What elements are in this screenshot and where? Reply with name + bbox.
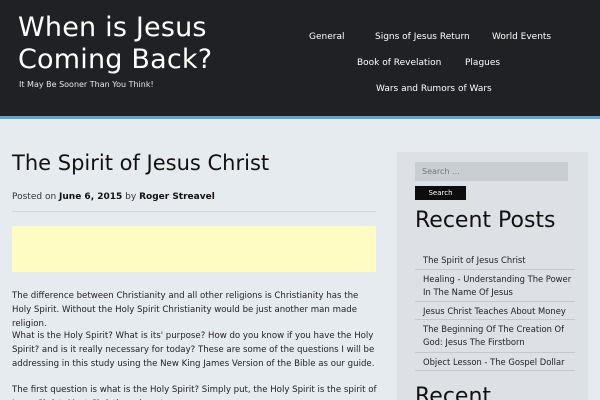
recent-post-link[interactable]: Healing - Understanding The Power In The… [415,273,575,299]
post-paragraph: The difference between Christianity and … [12,291,359,329]
recent-post-divider [415,352,575,353]
search-input[interactable] [415,162,568,181]
header-accent-line [0,116,600,119]
site-tagline: It May Be Sooner Than You Think! [19,80,154,89]
recent-widget-title: Recent [415,384,492,400]
post-title[interactable]: The Spirit of Jesus Christ [12,151,269,175]
post-date-link[interactable]: June 6, 2015 [59,192,122,202]
by-label: by [125,192,137,202]
recent-posts-title: Recent Posts [415,208,556,233]
nav-item-world-events[interactable]: World Events [492,32,551,42]
recent-post-divider [415,319,575,320]
meta-divider [12,211,376,212]
post-author-link[interactable]: Roger Streavel [139,192,215,202]
post-meta: Posted on June 6, 2015 by Roger Streavel [12,192,215,202]
search-button[interactable]: Search [415,186,466,200]
recent-post-link[interactable]: Jesus Christ Teaches About Money [415,305,575,318]
recent-post-link[interactable]: Object Lesson - The Gospel Dollar [415,356,575,369]
site-title[interactable]: When is Jesus Coming Back? [18,12,248,76]
nav-item-signs-of-jesus-return[interactable]: Signs of Jesus Return [375,32,470,42]
nav-item-general[interactable]: General [309,32,344,42]
nav-item-wars-and-rumors-of-wars[interactable]: Wars and Rumors of Wars [376,84,492,94]
nav-item-book-of-revelation[interactable]: Book of Revelation [357,58,441,68]
recent-post-link[interactable]: The Spirit of Jesus Christ [415,254,575,267]
recent-post-divider [415,269,575,270]
advertisement-box [12,226,376,272]
post-paragraph: What is the Holy Spirit? What is its' pu… [12,331,375,369]
post-paragraph: The first question is what is the Holy S… [12,385,377,400]
recent-post-divider [415,370,575,371]
posted-on-label: Posted on [12,192,57,202]
recent-post-link[interactable]: The Beginning Of The Creation Of God: Je… [415,323,575,349]
nav-item-plagues[interactable]: Plagues [465,58,500,68]
recent-post-divider [415,301,575,302]
